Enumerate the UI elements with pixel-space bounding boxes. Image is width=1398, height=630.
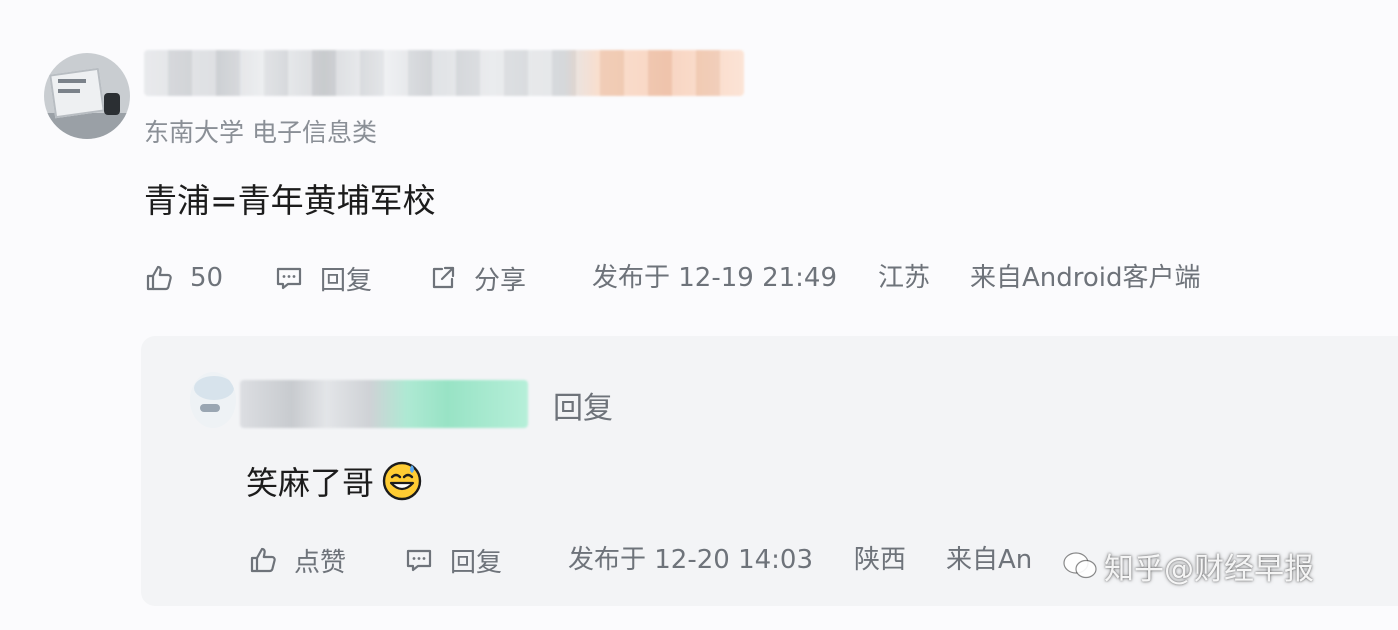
ip-location: 江苏: [878, 263, 931, 293]
reply-like-label: 点赞: [294, 547, 347, 578]
grinning-sweat-emoji-icon: [382, 461, 422, 501]
reply-button[interactable]: 回复: [274, 258, 372, 298]
reply-text: 笑麻了哥: [246, 464, 375, 502]
commenter-school-major: 东南大学 电子信息类: [144, 118, 377, 147]
client-source: 来自Android客户端: [970, 263, 1201, 293]
reply-to-tag: 回复: [553, 391, 613, 426]
comment-bubble-icon: [274, 263, 304, 293]
reply-text-row: 笑麻了哥: [246, 458, 422, 504]
reply-reply-label: 回复: [450, 547, 503, 578]
share-label: 分享: [474, 265, 527, 296]
thumbs-up-icon: [144, 263, 174, 293]
replier-avatar[interactable]: [190, 372, 236, 428]
commenter-avatar[interactable]: [44, 53, 130, 139]
thumbs-up-icon: [248, 545, 278, 575]
blurred-reply-username[interactable]: [240, 380, 528, 428]
share-icon: [428, 263, 458, 293]
comment-thread: 东南大学 电子信息类 青浦=青年黄埔军校 50 回复 分享 发布于 12-19 …: [0, 0, 1398, 630]
published-time: 发布于 12-19 21:49: [592, 263, 838, 293]
reply-reply-button[interactable]: 回复: [404, 540, 502, 580]
comment-bubble-icon: [404, 545, 434, 575]
like-button[interactable]: 50: [144, 258, 223, 298]
like-count: 50: [190, 263, 224, 293]
reply-client-source: 来自An: [946, 545, 1033, 575]
watermark-text: 知乎@财经早报: [1104, 552, 1314, 587]
reply-like-button[interactable]: 点赞: [248, 540, 346, 580]
reply-published-time: 发布于 12-20 14:03: [568, 545, 814, 575]
share-button[interactable]: 分享: [428, 258, 526, 298]
reply-label: 回复: [320, 265, 373, 296]
comment-text: 青浦=青年黄埔军校: [144, 181, 436, 220]
blurred-username[interactable]: [144, 50, 744, 96]
reply-ip-location: 陕西: [854, 545, 907, 575]
watermark: 知乎@财经早报: [1062, 544, 1314, 588]
wechat-logo-icon: [1062, 551, 1098, 581]
